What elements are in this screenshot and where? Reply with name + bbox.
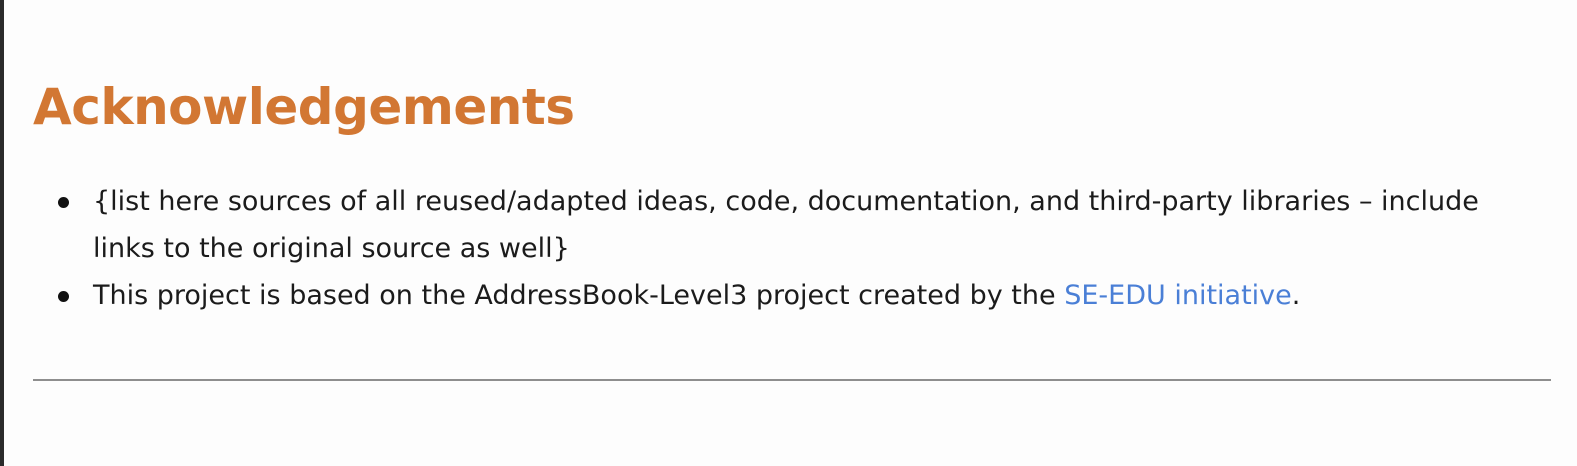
acknowledgements-list: {list here sources of all reused/adapted… <box>33 178 1538 319</box>
bullet-icon <box>58 291 69 302</box>
list-item-text: {list here sources of all reused/adapted… <box>93 186 1479 264</box>
list-item: {list here sources of all reused/adapted… <box>33 178 1538 272</box>
list-item-punctuation: . <box>1291 280 1301 311</box>
se-edu-link[interactable]: SE-EDU initiative <box>1064 280 1292 311</box>
horizontal-divider <box>33 379 1551 381</box>
list-item-text: This project is based on the AddressBook… <box>93 280 1065 311</box>
page-title: Acknowledgements <box>33 78 575 136</box>
bullet-icon <box>58 197 69 208</box>
document-content: Acknowledgements {list here sources of a… <box>33 0 1553 466</box>
list-item: This project is based on the AddressBook… <box>33 272 1538 319</box>
window-left-edge <box>0 0 4 466</box>
